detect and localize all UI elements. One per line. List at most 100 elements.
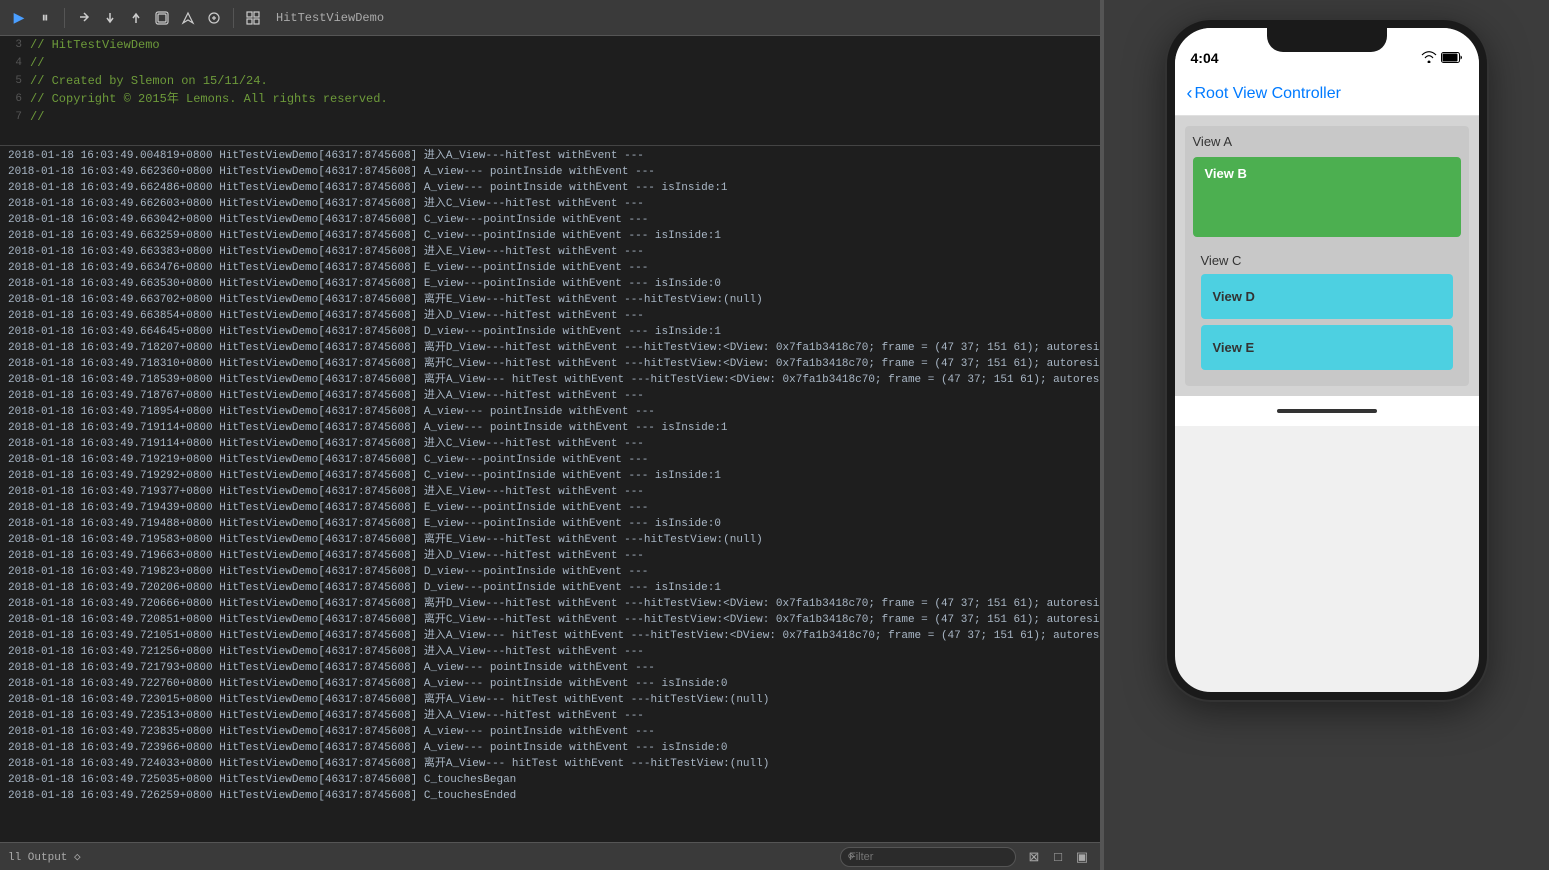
log-line: 2018-01-18 16:03:49.719439+0800 HitTestV… [0, 500, 1100, 516]
log-line: 2018-01-18 16:03:49.718539+0800 HitTestV… [0, 372, 1100, 388]
step-out-button[interactable] [125, 7, 147, 29]
log-line: 2018-01-18 16:03:49.663476+0800 HitTestV… [0, 260, 1100, 276]
nav-back-button[interactable]: ‹ Root View Controller [1187, 83, 1341, 104]
step-into-button[interactable] [99, 7, 121, 29]
log-line: 2018-01-18 16:03:49.718207+0800 HitTestV… [0, 340, 1100, 356]
log-line: 2018-01-18 16:03:49.664645+0800 HitTestV… [0, 324, 1100, 340]
app-content: View A View B View C View D View E [1175, 116, 1479, 396]
log-line: 2018-01-18 16:03:49.724033+0800 HitTestV… [0, 756, 1100, 772]
status-icons [1421, 51, 1463, 66]
debug-view-button[interactable] [151, 7, 173, 29]
log-line: 2018-01-18 16:03:49.004819+0800 HitTestV… [0, 148, 1100, 164]
log-line: 2018-01-18 16:03:49.662360+0800 HitTestV… [0, 164, 1100, 180]
log-line: 2018-01-18 16:03:49.723966+0800 HitTestV… [0, 740, 1100, 756]
filter-container: ⊙ [840, 847, 1016, 867]
log-line: 2018-01-18 16:03:49.662486+0800 HitTestV… [0, 180, 1100, 196]
expand-button[interactable]: ▣ [1072, 847, 1092, 867]
view-e-label: View E [1213, 340, 1255, 355]
log-line: 2018-01-18 16:03:49.721256+0800 HitTestV… [0, 644, 1100, 660]
code-content-6: // Copyright © 2015年 Lemons. All rights … [30, 90, 388, 108]
filter-search-icon: ⊙ [848, 851, 854, 863]
status-time: 4:04 [1191, 50, 1219, 66]
output-label: ll Output ◇ [8, 850, 81, 864]
view-b[interactable]: View B [1193, 157, 1461, 237]
battery-icon [1441, 52, 1463, 66]
line-num-4: 4 [0, 54, 30, 72]
log-line: 2018-01-18 16:03:49.719823+0800 HitTestV… [0, 564, 1100, 580]
simulate-location-button[interactable] [203, 7, 225, 29]
log-line: 2018-01-18 16:03:49.719663+0800 HitTestV… [0, 548, 1100, 564]
nav-bar: ‹ Root View Controller [1175, 72, 1479, 116]
code-content-7: // [30, 108, 44, 126]
log-line: 2018-01-18 16:03:49.718767+0800 HitTestV… [0, 388, 1100, 404]
log-line: 2018-01-18 16:03:49.719114+0800 HitTestV… [0, 420, 1100, 436]
log-line: 2018-01-18 16:03:49.723513+0800 HitTestV… [0, 708, 1100, 724]
clear-log-button[interactable]: ⊠ [1024, 847, 1044, 867]
right-panel: 4:04 [1104, 0, 1549, 870]
pause-button[interactable]: ⏸ [34, 7, 56, 29]
line-num-7: 7 [0, 108, 30, 126]
code-line-6: 6 // Copyright © 2015年 Lemons. All right… [0, 90, 1100, 108]
view-a-container: View A View B View C View D View E [1185, 126, 1469, 386]
log-line: 2018-01-18 16:03:49.718310+0800 HitTestV… [0, 356, 1100, 372]
log-line: 2018-01-18 16:03:49.663854+0800 HitTestV… [0, 308, 1100, 324]
filter-input[interactable] [840, 847, 1016, 867]
code-content-4: // [30, 54, 44, 72]
view-d[interactable]: View D [1201, 274, 1453, 319]
line-num-6: 6 [0, 90, 30, 108]
step-over-button[interactable] [73, 7, 95, 29]
left-panel: ▶ ⏸ [0, 0, 1100, 870]
log-line: 2018-01-18 16:03:49.720206+0800 HitTestV… [0, 580, 1100, 596]
view-toggle-button[interactable]: □ [1048, 847, 1068, 867]
project-name-label: HitTestViewDemo [276, 11, 384, 25]
code-content-3: // HitTestViewDemo [30, 36, 160, 54]
code-line-7: 7 // [0, 108, 1100, 126]
log-line: 2018-01-18 16:03:49.721051+0800 HitTestV… [0, 628, 1100, 644]
toolbar-separator-1 [64, 8, 65, 28]
iphone-notch [1267, 28, 1387, 52]
view-c-container: View C View D View E [1193, 245, 1461, 378]
log-line: 2018-01-18 16:03:49.663383+0800 HitTestV… [0, 244, 1100, 260]
log-line: 2018-01-18 16:03:49.663530+0800 HitTestV… [0, 276, 1100, 292]
view-a-label: View A [1193, 134, 1461, 149]
log-line: 2018-01-18 16:03:49.721793+0800 HitTestV… [0, 660, 1100, 676]
log-line: 2018-01-18 16:03:49.720666+0800 HitTestV… [0, 596, 1100, 612]
line-num-5: 5 [0, 72, 30, 90]
log-line: 2018-01-18 16:03:49.662603+0800 HitTestV… [0, 196, 1100, 212]
code-line-3: 3 // HitTestViewDemo [0, 36, 1100, 54]
view-d-label: View D [1213, 289, 1255, 304]
code-line-5: 5 // Created by Slemon on 15/11/24. [0, 72, 1100, 90]
log-line: 2018-01-18 16:03:49.719114+0800 HitTestV… [0, 436, 1100, 452]
code-area: 3 // HitTestViewDemo 4 // 5 // Created b… [0, 36, 1100, 146]
log-line: 2018-01-18 16:03:49.663042+0800 HitTestV… [0, 212, 1100, 228]
log-line: 2018-01-18 16:03:49.718954+0800 HitTestV… [0, 404, 1100, 420]
toolbar-separator-2 [233, 8, 234, 28]
log-area[interactable]: 2018-01-18 16:03:49.004819+0800 HitTestV… [0, 146, 1100, 842]
log-line: 2018-01-18 16:03:49.723015+0800 HitTestV… [0, 692, 1100, 708]
line-num-3: 3 [0, 36, 30, 54]
view-e[interactable]: View E [1201, 325, 1453, 370]
log-line: 2018-01-18 16:03:49.663259+0800 HitTestV… [0, 228, 1100, 244]
view-b-label: View B [1205, 166, 1247, 181]
log-line: 2018-01-18 16:03:49.722760+0800 HitTestV… [0, 676, 1100, 692]
log-line: 2018-01-18 16:03:49.719292+0800 HitTestV… [0, 468, 1100, 484]
bottom-icons: ⊠ □ ▣ [1024, 847, 1092, 867]
wifi-icon [1421, 51, 1437, 66]
log-line: 2018-01-18 16:03:49.726259+0800 HitTestV… [0, 788, 1100, 804]
grid-button[interactable] [242, 7, 264, 29]
log-line: 2018-01-18 16:03:49.725035+0800 HitTestV… [0, 772, 1100, 788]
log-line: 2018-01-18 16:03:49.723835+0800 HitTestV… [0, 724, 1100, 740]
log-line: 2018-01-18 16:03:49.719583+0800 HitTestV… [0, 532, 1100, 548]
home-indicator [1175, 396, 1479, 426]
code-content-5: // Created by Slemon on 15/11/24. [30, 72, 268, 90]
toolbar: ▶ ⏸ [0, 0, 1100, 36]
back-chevron-icon: ‹ [1187, 83, 1193, 104]
location-button[interactable] [177, 7, 199, 29]
iphone-frame: 4:04 [1167, 20, 1487, 700]
log-line: 2018-01-18 16:03:49.663702+0800 HitTestV… [0, 292, 1100, 308]
run-button[interactable]: ▶ [8, 7, 30, 29]
nav-back-label: Root View Controller [1195, 85, 1341, 103]
log-line: 2018-01-18 16:03:49.720851+0800 HitTestV… [0, 612, 1100, 628]
home-bar [1277, 409, 1377, 413]
code-line-4: 4 // [0, 54, 1100, 72]
